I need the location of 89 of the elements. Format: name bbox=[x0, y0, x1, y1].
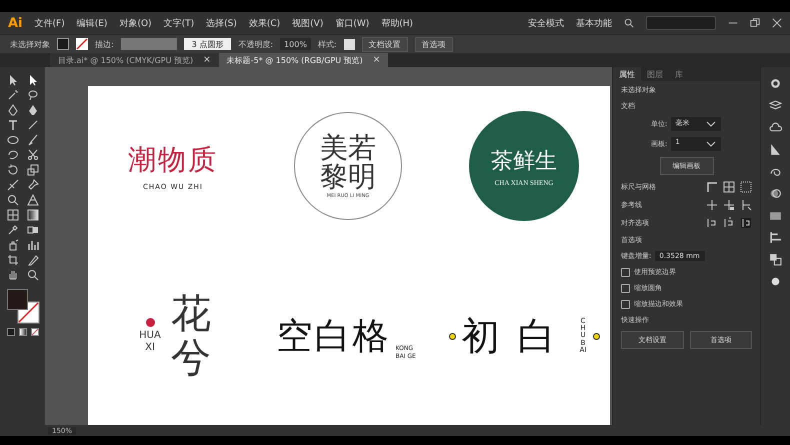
curvature-pen-icon[interactable] bbox=[26, 104, 38, 116]
style-swatch[interactable] bbox=[344, 38, 355, 50]
smart-guides-icon[interactable] bbox=[740, 199, 752, 211]
gradient-swatch[interactable] bbox=[18, 328, 26, 336]
workspace-item[interactable]: 安全模式 bbox=[528, 16, 564, 30]
rotate-icon[interactable] bbox=[6, 164, 18, 176]
hand-icon[interactable] bbox=[6, 269, 18, 281]
fill-and-stroke-swatches[interactable] bbox=[6, 288, 40, 324]
color-swatch[interactable] bbox=[6, 328, 14, 336]
circles-icon[interactable] bbox=[769, 187, 782, 200]
close-icon[interactable]: × bbox=[372, 55, 380, 65]
checkbox[interactable] bbox=[621, 268, 630, 276]
menu-item[interactable]: 视图(V) bbox=[292, 16, 324, 30]
fill-swatch[interactable] bbox=[57, 38, 69, 50]
layers-icon[interactable] bbox=[769, 99, 782, 112]
selection-label: 未选择对象 bbox=[10, 38, 50, 50]
stroke-label: 描边: bbox=[95, 38, 114, 50]
tab-title: 目录.ai* @ 150% (CMYK/GPU 预览) bbox=[58, 54, 194, 66]
tab-title: 未标题-5* @ 150% (RGB/GPU 预览) bbox=[226, 54, 363, 66]
pathfinder-icon[interactable] bbox=[769, 253, 782, 266]
dot-icon bbox=[448, 332, 456, 340]
brush-icon[interactable] bbox=[26, 134, 38, 146]
blend-icon[interactable] bbox=[26, 224, 38, 236]
restore-icon[interactable] bbox=[750, 18, 760, 28]
logo-title: 茶鲜生 bbox=[491, 148, 557, 176]
logo-title: 空白格 bbox=[276, 314, 390, 358]
menu-item[interactable]: 对象(O) bbox=[119, 16, 152, 30]
logo-title: 潮物质 bbox=[128, 142, 218, 178]
close-icon[interactable] bbox=[772, 18, 782, 28]
dot-icon bbox=[592, 332, 600, 340]
search-icon[interactable] bbox=[624, 18, 634, 28]
document-tab[interactable]: 目录.ai* @ 150% (CMYK/GPU 预览) × bbox=[50, 53, 219, 67]
logo-title: 花兮 bbox=[171, 292, 211, 380]
menu-item[interactable]: 文件(F) bbox=[34, 16, 65, 30]
workspace-item[interactable]: 基本功能 bbox=[576, 16, 612, 30]
toolbar-button[interactable]: 首选项 bbox=[414, 36, 453, 52]
opacity-label: 不透明度: bbox=[238, 38, 274, 50]
zoom-icon[interactable] bbox=[26, 269, 38, 281]
lasso-icon[interactable] bbox=[26, 89, 38, 101]
line-icon[interactable] bbox=[26, 119, 38, 131]
lock-guides-icon[interactable] bbox=[723, 199, 735, 211]
magic-wand-icon[interactable] bbox=[6, 89, 18, 101]
scissors-icon[interactable] bbox=[26, 149, 38, 161]
close-icon[interactable]: × bbox=[203, 55, 211, 65]
eyedropper-icon[interactable] bbox=[6, 224, 18, 236]
guides-icon[interactable] bbox=[706, 199, 718, 211]
style-label: 样式: bbox=[318, 38, 337, 50]
cloud-icon[interactable] bbox=[769, 121, 782, 134]
dot-icon bbox=[146, 318, 154, 327]
menu-item[interactable]: 选择(S) bbox=[206, 16, 237, 30]
grid-icon[interactable] bbox=[723, 181, 735, 193]
ruler-icon[interactable] bbox=[706, 181, 718, 193]
align-icon[interactable] bbox=[769, 231, 782, 244]
brush-field[interactable]: 3 点圆形 bbox=[184, 38, 232, 50]
opacity-field[interactable]: 100% bbox=[280, 38, 311, 50]
stroke-none-swatch[interactable] bbox=[76, 38, 88, 50]
shaper-icon[interactable] bbox=[6, 149, 18, 161]
bar-chart-icon[interactable] bbox=[26, 239, 38, 251]
checkbox[interactable] bbox=[621, 284, 630, 292]
gradient-icon[interactable] bbox=[26, 209, 38, 221]
menu-item[interactable]: 窗口(W) bbox=[335, 16, 370, 30]
toolbar-button[interactable]: 文档设置 bbox=[362, 36, 408, 52]
pen-icon[interactable] bbox=[6, 104, 18, 116]
none-swatch[interactable] bbox=[30, 328, 38, 336]
logo-title: 初白 bbox=[462, 312, 574, 360]
scale-icon[interactable] bbox=[26, 164, 38, 176]
snap-to-pixel-icon[interactable] bbox=[740, 217, 752, 229]
menu-item[interactable]: 效果(C) bbox=[248, 16, 280, 30]
logo-subtitle: HUA XI bbox=[138, 330, 162, 354]
type-icon[interactable] bbox=[6, 119, 18, 131]
search-field[interactable] bbox=[646, 16, 716, 30]
menu-item[interactable]: 文字(T) bbox=[164, 16, 194, 30]
align-pixel-icon[interactable] bbox=[723, 217, 735, 229]
panel-tab[interactable]: 图层 bbox=[641, 67, 669, 81]
logo-title: 美若黎明 bbox=[319, 132, 377, 192]
checkbox[interactable] bbox=[621, 300, 630, 308]
panel-tab[interactable]: 属性 bbox=[613, 67, 641, 81]
menu-item[interactable]: 编辑(E) bbox=[76, 16, 108, 30]
panel-tab[interactable]: 库 bbox=[669, 67, 689, 81]
artboard-icon[interactable] bbox=[6, 254, 18, 266]
menu-item[interactable]: 帮助(H) bbox=[381, 16, 414, 30]
align-to-point-icon[interactable] bbox=[706, 217, 718, 229]
app-logo: Ai bbox=[8, 16, 23, 30]
stroke-weight-field[interactable] bbox=[120, 38, 177, 50]
dotted-grid-icon[interactable] bbox=[740, 181, 752, 193]
knife-icon[interactable] bbox=[26, 254, 38, 266]
document-tab[interactable]: 未标题-5* @ 150% (RGB/GPU 预览) × bbox=[218, 53, 388, 67]
mesh-icon[interactable] bbox=[6, 209, 18, 221]
ellipse-icon[interactable] bbox=[6, 134, 18, 146]
